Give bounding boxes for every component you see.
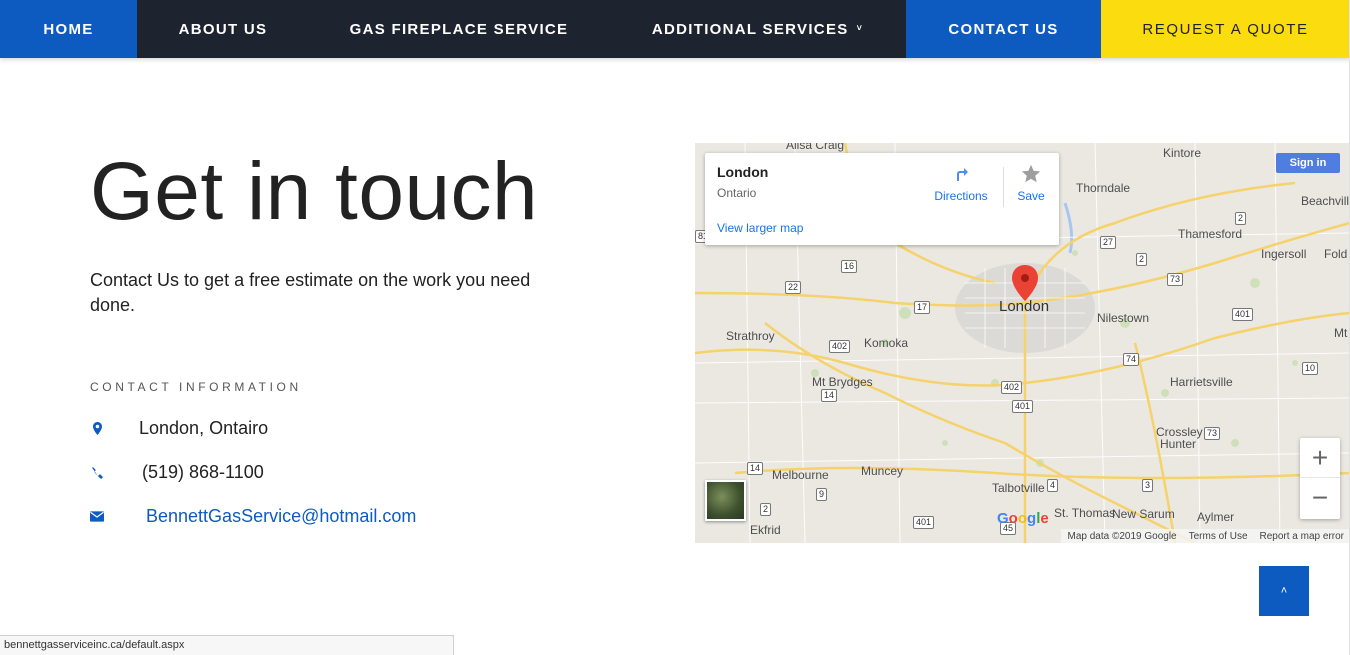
highway-shield: 401: [913, 516, 935, 529]
sign-in-label: Sign in: [1289, 157, 1327, 169]
page-title: Get in touch: [90, 146, 539, 237]
map-label: Beachvill: [1301, 194, 1350, 208]
highway-shield: 22: [785, 281, 802, 294]
highway-shield: 402: [829, 340, 851, 353]
google-map[interactable]: Ailsa Craig Kintore Thorndale Beachvill …: [695, 143, 1350, 543]
highway-shield: 2: [1136, 253, 1148, 266]
zoom-out-button[interactable]: −: [1300, 478, 1340, 518]
contact-email-link[interactable]: BennettGasService@hotmail.com: [146, 506, 416, 527]
view-larger-map-link[interactable]: View larger map: [717, 221, 803, 235]
nav-home[interactable]: HOME: [0, 0, 137, 58]
highway-shield: 14: [747, 462, 764, 475]
highway-shield: 73: [1204, 427, 1221, 440]
highway-shield: 401: [1012, 400, 1034, 413]
contact-phone-row: (519) 868-1100: [90, 462, 264, 483]
highway-shield: 73: [1167, 273, 1184, 286]
map-label: Thamesford: [1178, 227, 1243, 241]
phone-icon: [90, 466, 104, 479]
back-to-top-button[interactable]: ˄: [1259, 566, 1309, 616]
map-label: Harrietsville: [1170, 375, 1233, 389]
highway-shield: 4: [1047, 479, 1059, 492]
highway-shield: 2: [760, 503, 772, 516]
map-label: Ingersoll: [1261, 247, 1307, 261]
satellite-toggle[interactable]: [705, 480, 746, 521]
save-button[interactable]: Save: [1011, 163, 1051, 203]
zoom-controls: + −: [1300, 438, 1340, 519]
highway-shield: 17: [914, 301, 931, 314]
map-label: Mt: [1334, 326, 1348, 340]
highway-shield: 2: [1235, 212, 1247, 225]
map-label: Strathroy: [726, 329, 775, 343]
contact-location-row: London, Ontairo: [90, 418, 268, 439]
highway-shield: 402: [1001, 381, 1023, 394]
terms-of-use-link[interactable]: Terms of Use: [1189, 531, 1248, 542]
page-subtitle: Contact Us to get a free estimate on the…: [90, 270, 531, 315]
map-attribution: Map data ©2019 Google Terms of Use Repor…: [1061, 529, 1350, 543]
highway-shield: 401: [1232, 308, 1254, 321]
highway-shield: 10: [1302, 362, 1319, 375]
card-divider: [1003, 167, 1004, 207]
map-place-name: London: [717, 164, 769, 180]
map-label: Hunter: [1160, 437, 1197, 451]
nav-gas-fireplace-service[interactable]: GAS FIREPLACE SERVICE: [309, 0, 609, 58]
save-label: Save: [1017, 189, 1045, 203]
request-quote-button[interactable]: REQUEST A QUOTE: [1101, 0, 1350, 58]
contact-email-row: BennettGasService@hotmail.com: [90, 506, 416, 527]
nav-about-us[interactable]: ABOUT US: [137, 0, 309, 58]
map-label: Ailsa Craig: [786, 143, 845, 152]
map-label-london: London: [999, 298, 1050, 315]
highway-shield: 9: [816, 488, 828, 501]
main-navigation: HOME ABOUT US GAS FIREPLACE SERVICE ADDI…: [0, 0, 1350, 58]
map-label: Melbourne: [772, 468, 829, 482]
map-label: Thorndale: [1076, 181, 1131, 195]
highway-shield: 16: [841, 260, 858, 273]
nav-additional-services-label: ADDITIONAL SERVICES: [651, 20, 849, 38]
map-data-credit: Map data ©2019 Google: [1067, 530, 1177, 542]
directions-button[interactable]: Directions: [933, 163, 989, 203]
zoom-in-button[interactable]: +: [1300, 438, 1340, 478]
map-place-region: Ontario: [717, 186, 757, 200]
google-logo: Google: [997, 510, 1049, 527]
map-label: New Sarum: [1112, 507, 1175, 521]
map-marker-icon: [90, 422, 104, 435]
map-label: Ekfrid: [750, 523, 781, 537]
highway-shield: 14: [821, 389, 838, 402]
map-label: Aylmer: [1197, 510, 1235, 524]
map-label: St. Thomas: [1054, 506, 1116, 520]
directions-label: Directions: [934, 189, 988, 203]
map-label: Komoka: [864, 336, 909, 350]
map-label: Muncey: [861, 464, 904, 478]
directions-icon: [951, 164, 971, 184]
highway-shield: 27: [1100, 236, 1117, 249]
map-place-card: London Ontario View larger map Direction…: [705, 153, 1059, 245]
map-label: Nilestown: [1097, 311, 1150, 325]
map-label: Fold: [1324, 247, 1348, 261]
nav-contact-us[interactable]: CONTACT US: [906, 0, 1101, 58]
contact-location: London, Ontairo: [139, 418, 269, 438]
browser-status-url: bennettgasserviceinc.ca/default.aspx: [0, 635, 454, 655]
map-label: Kintore: [1163, 146, 1202, 160]
report-map-error-link[interactable]: Report a map error: [1260, 531, 1344, 542]
highway-shield: 3: [1142, 479, 1154, 492]
envelope-icon: [90, 511, 104, 522]
contact-phone[interactable]: (519) 868-1100: [142, 462, 264, 483]
chevron-up-icon: ˄: [1280, 585, 1288, 597]
map-label: Talbotville: [992, 481, 1045, 495]
sign-in-button[interactable]: Sign in: [1276, 153, 1340, 173]
nav-additional-services[interactable]: ADDITIONAL SERVICES ˅: [609, 0, 906, 58]
chevron-down-icon: ˅: [856, 23, 864, 33]
contact-info-heading: CONTACT INFORMATION: [90, 380, 302, 394]
map-label: Mt Brydges: [812, 375, 873, 389]
highway-shield: 74: [1123, 353, 1140, 366]
star-icon: [1021, 164, 1041, 183]
